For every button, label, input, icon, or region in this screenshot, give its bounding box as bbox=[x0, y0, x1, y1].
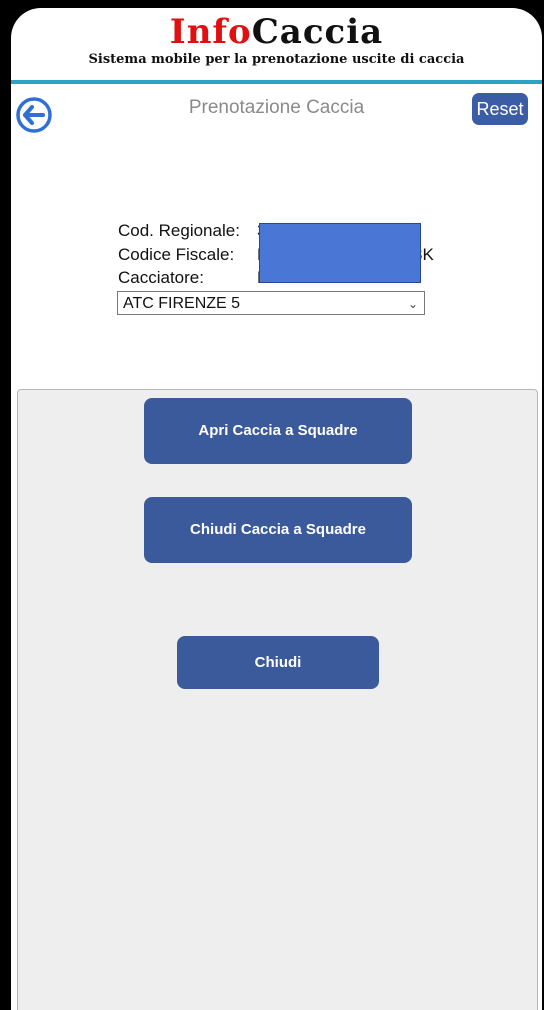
chevron-down-icon: ⌄ bbox=[407, 297, 418, 311]
page-title: Prenotazione Caccia bbox=[188, 97, 365, 118]
logo-info: Info bbox=[169, 12, 252, 52]
codice-fiscale-label: Codice Fiscale: bbox=[118, 245, 235, 264]
codice-fiscale-row: Codice Fiscale: M 3K bbox=[118, 244, 434, 266]
cod-regionale-label: Cod. Regionale: bbox=[118, 221, 240, 240]
cacciatore-row: Cacciatore: M bbox=[118, 267, 271, 289]
header-divider bbox=[11, 80, 542, 84]
app-logo: InfoCaccia bbox=[11, 14, 542, 50]
close-button[interactable]: Chiudi bbox=[177, 636, 379, 689]
atc-select-value: ATC FIRENZE 5 bbox=[123, 295, 241, 312]
cacciatore-label: Cacciatore: bbox=[118, 268, 204, 287]
close-squad-hunt-button[interactable]: Chiudi Caccia a Squadre bbox=[144, 497, 412, 563]
redaction-box bbox=[259, 223, 421, 283]
app-subtitle: Sistema mobile per la prenotazione uscit… bbox=[88, 52, 465, 67]
actions-panel: Apri Caccia a Squadre Chiudi Caccia a Sq… bbox=[17, 389, 538, 1010]
atc-select[interactable]: ATC FIRENZE 5 ⌄ bbox=[117, 291, 425, 315]
logo-caccia: Caccia bbox=[251, 12, 384, 52]
open-squad-hunt-button[interactable]: Apri Caccia a Squadre bbox=[144, 398, 412, 464]
cod-regionale-row: Cod. Regionale: 3 bbox=[118, 220, 266, 242]
app-screen: InfoCaccia Sistema mobile per la prenota… bbox=[11, 8, 542, 1010]
reset-button[interactable]: Reset bbox=[472, 93, 528, 125]
